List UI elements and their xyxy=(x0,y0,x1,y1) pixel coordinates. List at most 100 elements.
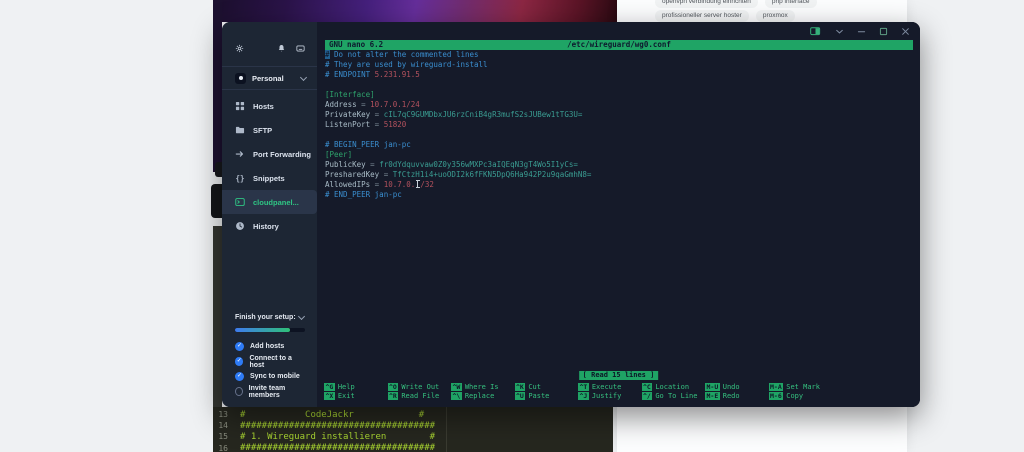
sidebar-item-port-forwarding[interactable]: Port Forwarding xyxy=(222,142,317,166)
terminal-line xyxy=(325,80,918,90)
settings-gear-icon[interactable] xyxy=(235,44,244,53)
terminal-line: PublicKey = fr0dYdquvvaw0Z0y356wMXPc3aIQ… xyxy=(325,160,918,170)
shortcut-key: ^W xyxy=(451,383,462,391)
shortcut-key: ^T xyxy=(578,383,589,391)
shortcut-key: M-U xyxy=(705,383,720,391)
terminal-prompt-icon xyxy=(235,197,245,207)
shortcut-label: Exit xyxy=(338,392,355,400)
shortcut-key: M-E xyxy=(705,392,720,400)
shortcut-label: Write Out xyxy=(401,383,439,391)
terminal-token: 51820 xyxy=(384,120,407,129)
notepad-editor-window[interactable]: 13# CodeJackr #14#######################… xyxy=(213,407,613,452)
split-view-icon[interactable] xyxy=(809,26,822,37)
editor-line-number: 15 xyxy=(213,432,233,441)
search-chip-row: openvpn verbindung einrichten php interfa… xyxy=(655,0,817,8)
shortcut-label: Cut xyxy=(528,383,541,391)
close-icon[interactable] xyxy=(901,27,910,36)
shortcut-label: Undo xyxy=(723,383,740,391)
checked-circle-icon: ✓ xyxy=(235,357,243,366)
setup-step[interactable]: Invite team members xyxy=(235,384,305,399)
arrow-right-icon xyxy=(235,149,245,159)
terminal-token: = xyxy=(379,170,393,179)
edge-tab xyxy=(215,162,222,177)
nano-shortcut: ^UPaste xyxy=(515,392,579,402)
nano-shortcut: ^\Replace xyxy=(451,392,515,402)
chevron-down-icon[interactable] xyxy=(835,27,844,36)
notifications-bell-icon[interactable] xyxy=(277,44,286,53)
terminal-token: PublicKey xyxy=(325,160,366,169)
sidebar-item-cloudpanel[interactable]: cloudpanel... xyxy=(222,190,317,214)
terminal-token: # BEGIN_PEER jan-pc xyxy=(325,140,411,149)
setup-step-label: Connect to a host xyxy=(249,355,305,369)
keyboard-icon[interactable] xyxy=(295,44,306,53)
workspace-label: Personal xyxy=(252,74,284,83)
terminal-token: = xyxy=(366,160,380,169)
terminal-line xyxy=(325,130,918,140)
search-chip[interactable]: php interface xyxy=(765,0,817,8)
sidebar-item-snippets[interactable]: {} Snippets xyxy=(222,166,317,190)
shortcut-key: ^\ xyxy=(451,392,462,400)
setup-panel-header[interactable]: Finish your setup: xyxy=(235,311,305,323)
setup-step[interactable]: ✓Add hosts xyxy=(235,339,305,354)
terminal-token: # ENDPOINT xyxy=(325,70,375,79)
wallpaper-image xyxy=(213,0,617,22)
sidebar-item-sftp[interactable]: SFTP xyxy=(222,118,317,142)
shortcut-label: Location xyxy=(655,383,689,391)
sidebar: Personal HostsSFTPPort Forwarding {} Snipp… xyxy=(222,22,317,407)
gutter-separator xyxy=(446,407,447,452)
minimize-icon[interactable] xyxy=(857,27,866,36)
terminal-screen[interactable]: # Do not alter the commented lines# They… xyxy=(325,50,918,200)
edge-tab xyxy=(211,184,222,218)
nano-shortcut: ^TExecute xyxy=(578,382,642,392)
braces-icon: {} xyxy=(235,174,245,183)
editor-line: 14#################################### xyxy=(213,420,613,431)
sidebar-item-hosts[interactable]: Hosts xyxy=(222,94,317,118)
terminal-token: AllowedIPs xyxy=(325,180,370,189)
nano-filepath: /etc/wireguard/wg0.conf xyxy=(325,40,913,50)
nano-shortcut: M-UUndo xyxy=(705,382,769,392)
unchecked-circle-icon xyxy=(235,387,243,396)
sidebar-item-history[interactable]: History xyxy=(222,214,317,238)
editor-line-number: 14 xyxy=(213,421,233,430)
terminal-token: TfCtzH1i4+uoODI2k6fFKN5DpQ6Ha942P2u9qaGm… xyxy=(393,170,592,179)
search-chip-row: profissioneller server hoster proxmox xyxy=(655,10,795,22)
terminal-pane[interactable]: GNU nano 6.2 /etc/wireguard/wg0.conf # D… xyxy=(317,22,920,407)
terminal-token: = xyxy=(357,100,371,109)
chevron-down-icon xyxy=(301,75,307,81)
shortcut-key: ^K xyxy=(515,383,526,391)
window-controls xyxy=(809,22,910,40)
setup-steps: ✓Add hosts ✓ Connect to a host✓Sync to mob… xyxy=(235,339,305,399)
sidebar-item-label: Snippets xyxy=(253,174,285,183)
editor-line: 13# CodeJackr # xyxy=(213,409,613,420)
background-window-edge xyxy=(213,226,222,407)
shortcut-key: ^U xyxy=(515,392,526,400)
editor-line-number: 16 xyxy=(213,444,233,452)
terminal-token: Address xyxy=(325,100,357,109)
terminal-line: PrivateKey = cIL7qC9GUMDbxJU6rzCniB4gR3m… xyxy=(325,110,918,120)
checked-circle-icon: ✓ xyxy=(235,372,244,381)
terminal-token: PresharedKey xyxy=(325,170,379,179)
terminal-token: 10.7.0. xyxy=(384,180,416,189)
terminal-line: Address = 10.7.0.1/24 xyxy=(325,100,918,110)
shortcut-label: Read File xyxy=(401,392,439,400)
editor-code-line: # 1. Wireguard installieren # xyxy=(240,432,435,442)
shortcut-label: Where Is xyxy=(465,383,499,391)
maximize-icon[interactable] xyxy=(879,27,888,36)
terminal-token: = xyxy=(370,180,384,189)
setup-step[interactable]: ✓ Connect to a host xyxy=(235,354,305,369)
termius-window: Personal HostsSFTPPort Forwarding {} Snipp… xyxy=(222,22,920,407)
search-chip[interactable]: profissioneller server hoster xyxy=(655,10,749,22)
workspace-selector[interactable]: Personal xyxy=(222,67,317,90)
shortcut-key: ^G xyxy=(324,383,335,391)
nano-shortcut: ^OWrite Out xyxy=(388,382,452,392)
shortcut-label: Replace xyxy=(465,392,495,400)
search-chip[interactable]: openvpn verbindung einrichten xyxy=(655,0,758,8)
setup-step[interactable]: ✓Sync to mobile xyxy=(235,369,305,384)
setup-progress-fill xyxy=(235,328,290,332)
search-chip[interactable]: proxmox xyxy=(756,10,795,22)
chevron-down-icon xyxy=(299,314,305,320)
status-message: [ Read 15 lines ] xyxy=(579,371,659,381)
shortcut-key: M-A xyxy=(769,383,784,391)
shortcut-key: ^O xyxy=(388,383,399,391)
nano-shortcut: ^RRead File xyxy=(388,392,452,402)
